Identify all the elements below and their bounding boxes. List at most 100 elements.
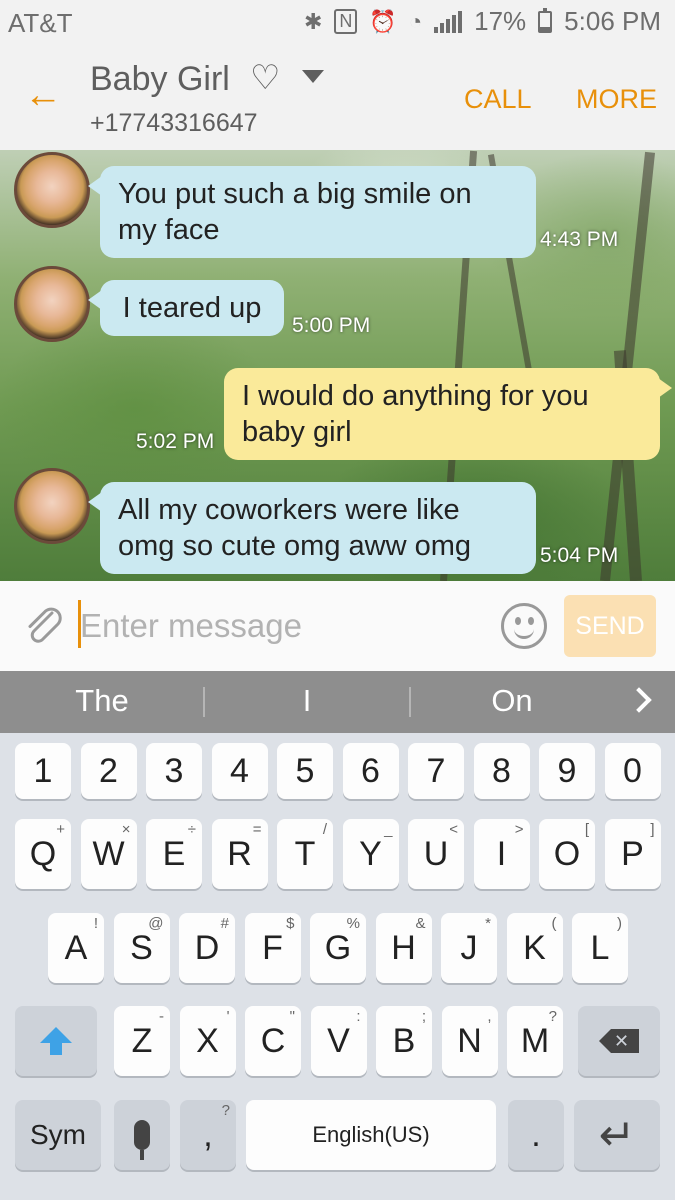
key-s[interactable]: S @ — [113, 913, 170, 983]
key-p[interactable]: P] — [604, 819, 661, 889]
contact-name[interactable]: Baby Girl — [90, 60, 230, 99]
key-8[interactable]: 8 — [473, 743, 530, 799]
key-4[interactable]: 4 — [211, 743, 268, 799]
key-w[interactable]: W × — [80, 819, 137, 889]
comma-key[interactable]: ,? — [180, 1100, 236, 1170]
status-bar: AT&T ✱ N ⏰ ◔ 17% 5:06 PM — [0, 0, 675, 46]
key-f[interactable]: F $ — [244, 913, 301, 983]
key-m[interactable]: M? — [507, 1006, 563, 1076]
message-bubble[interactable]: You put such a big smile on my face — [88, 166, 536, 258]
call-button[interactable]: CALL — [464, 84, 532, 115]
avatar[interactable] — [14, 266, 90, 342]
mic-key[interactable] — [114, 1100, 170, 1170]
key-m-hint: ? — [548, 1008, 557, 1025]
key-2[interactable]: 2 — [80, 743, 137, 799]
message-text: my face — [118, 214, 220, 246]
key-c[interactable]: C " — [245, 1006, 301, 1076]
message-bubble[interactable]: I would do anything for you baby girl — [224, 368, 672, 460]
key-b[interactable]: B; — [376, 1006, 432, 1076]
key-v[interactable]: V: — [310, 1006, 367, 1076]
chevron-down-icon[interactable] — [302, 70, 324, 83]
key-l-hint: ) — [617, 915, 622, 932]
key-z[interactable]: Z- — [114, 1006, 170, 1076]
message-bubble[interactable]: I teared up — [88, 280, 284, 336]
message-bubble[interactable]: All my coworkers were like omg so cute o… — [88, 482, 536, 574]
sym-key[interactable]: Sym — [15, 1100, 101, 1170]
suggestion-item[interactable]: On — [412, 683, 612, 719]
key-0[interactable]: 0 — [604, 743, 661, 799]
key-x[interactable]: X ' — [179, 1006, 236, 1076]
emoji-icon[interactable] — [501, 603, 547, 649]
shift-key[interactable] — [15, 1006, 97, 1076]
key-9[interactable]: 9 — [539, 743, 595, 799]
backspace-icon — [599, 1029, 639, 1053]
key-t-label: T — [294, 834, 316, 873]
key-0-label: 0 — [623, 751, 642, 790]
key-4-label: 4 — [230, 751, 249, 790]
key-j[interactable]: J * — [441, 913, 497, 983]
key-k[interactable]: K( — [506, 913, 563, 983]
message-input[interactable] — [80, 603, 480, 649]
key-y[interactable]: Y _ — [342, 819, 399, 889]
contact-number: +17743316647 — [90, 109, 258, 137]
chevron-right-icon[interactable] — [626, 687, 652, 713]
avatar[interactable] — [14, 152, 90, 228]
key-n-hint: , — [487, 1008, 492, 1025]
key-r-label: R — [227, 834, 252, 873]
space-key[interactable]: English(US) — [246, 1100, 496, 1170]
key-k-label: K — [523, 928, 546, 967]
key-e-hint: ÷ — [187, 821, 196, 838]
arrow-left-icon[interactable]: ← — [24, 74, 62, 117]
send-button[interactable]: SEND — [564, 595, 656, 657]
key-3[interactable]: 3 — [146, 743, 202, 799]
key-y-label: Y — [359, 834, 382, 873]
key-h-hint: & — [415, 915, 426, 932]
key-z-label: Z — [131, 1021, 153, 1060]
avatar[interactable] — [14, 468, 90, 544]
key-h[interactable]: H & — [375, 913, 432, 983]
sym-key-label: Sym — [30, 1119, 86, 1150]
key-g[interactable]: G% — [310, 913, 366, 983]
key-r-hint: = — [252, 821, 262, 838]
key-a-label: A — [64, 928, 88, 967]
key-e[interactable]: E ÷ — [146, 819, 202, 889]
key-u[interactable]: U < — [408, 819, 464, 889]
period-key-label: . — [531, 1115, 541, 1154]
more-button[interactable]: MORE — [576, 84, 657, 115]
suggestion-item[interactable]: The — [2, 683, 202, 719]
period-key[interactable]: . — [508, 1100, 564, 1170]
key-e-label: E — [162, 834, 186, 873]
suggestion-bar: The I On — [0, 671, 675, 733]
key-q-label: Q — [29, 834, 57, 873]
shift-arrow-icon — [40, 1027, 72, 1055]
key-2-label: 2 — [99, 751, 118, 790]
key-3-label: 3 — [164, 751, 184, 790]
microphone-icon — [134, 1120, 150, 1160]
comma-key-hint: ? — [221, 1102, 230, 1119]
keyboard: 1 2 3 4 5 6 7 8 9 0 Q + W × E ÷ R = T / Y _ U < I > O[P] A! S @ D # F $ G%… — [0, 733, 675, 1200]
heart-icon[interactable]: ♡ — [250, 58, 280, 98]
enter-icon: ↵ — [598, 1110, 636, 1160]
key-i[interactable]: I > — [473, 819, 530, 889]
key-q[interactable]: Q + — [15, 819, 71, 889]
key-j-hint: * — [485, 915, 491, 932]
paperclip-icon[interactable] — [22, 603, 66, 647]
key-d[interactable]: D # — [179, 913, 235, 983]
key-r[interactable]: R = — [211, 819, 268, 889]
key-a[interactable]: A! — [48, 913, 104, 983]
key-6[interactable]: 6 — [342, 743, 399, 799]
key-t[interactable]: T / — [277, 819, 333, 889]
key-1[interactable]: 1 — [15, 743, 71, 799]
enter-key[interactable]: ↵ — [574, 1100, 660, 1170]
suggestion-item[interactable]: I — [207, 683, 407, 719]
key-5[interactable]: 5 — [277, 743, 333, 799]
message-time: 5:00 PM — [292, 314, 371, 337]
key-o[interactable]: O[ — [539, 819, 595, 889]
chat-area[interactable]: You put such a big smile on my face 4:43… — [0, 150, 675, 581]
key-n[interactable]: N, — [441, 1006, 498, 1076]
key-i-hint: > — [514, 821, 524, 838]
key-l[interactable]: L) — [572, 913, 628, 983]
wifi-icon: ◔ — [408, 8, 423, 34]
backspace-key[interactable] — [578, 1006, 660, 1076]
key-7[interactable]: 7 — [408, 743, 464, 799]
